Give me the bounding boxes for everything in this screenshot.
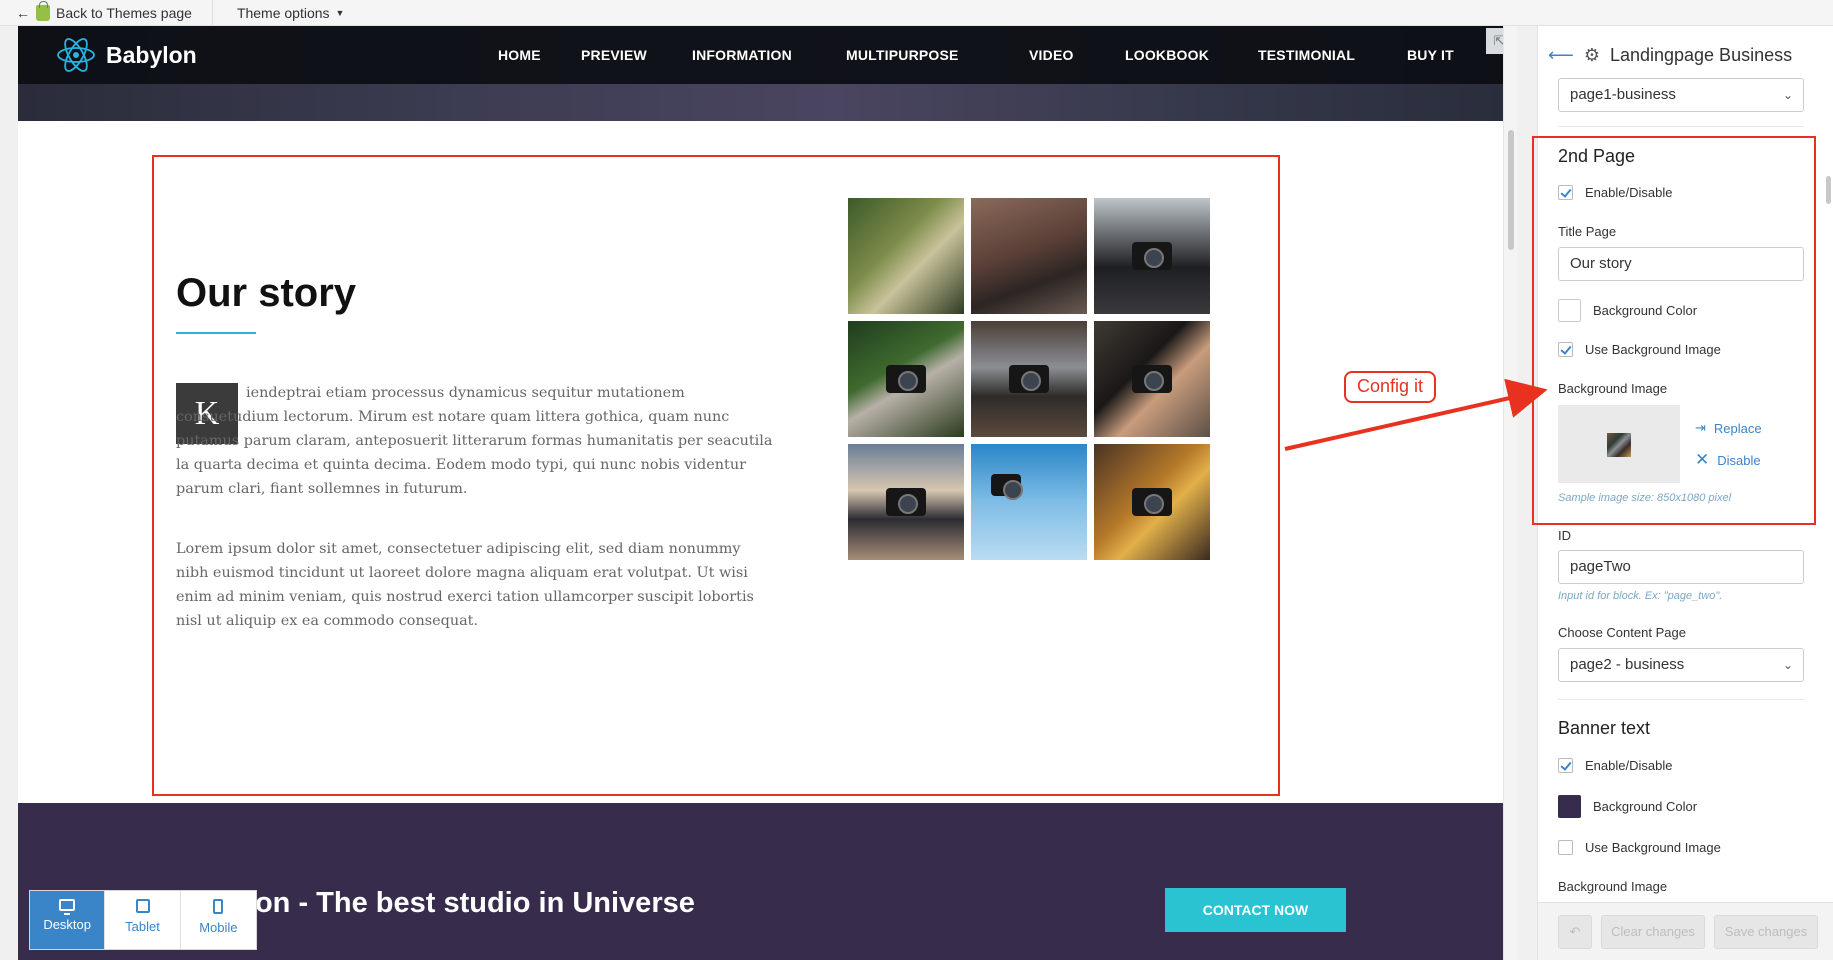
nav-multipurpose[interactable]: MULTIPURPOSE (846, 26, 959, 84)
nav-information[interactable]: INFORMATION (692, 26, 792, 84)
content-page-label: Choose Content Page (1558, 625, 1686, 640)
content-page-select[interactable]: page2 - business ⌄ (1558, 648, 1804, 682)
chevron-down-icon: ⌄ (1782, 88, 1793, 102)
arrow-left-icon[interactable]: ⟵ (1548, 45, 1574, 66)
divider (1558, 126, 1804, 127)
device-label: Desktop (43, 917, 92, 932)
previous-page-select[interactable]: page1-business ⌄ (1558, 78, 1804, 112)
gear-icon: ⚙ (1583, 44, 1600, 65)
section-heading-banner: Banner text (1558, 718, 1651, 738)
device-label: Mobile (199, 920, 238, 935)
checkbox-label: Enable/Disable (1585, 758, 1673, 773)
bg-image-label-banner: Background Image (1558, 879, 1668, 894)
desktop-icon (59, 899, 76, 915)
sidebar-scrollbar[interactable] (1826, 176, 1831, 204)
site-nav: HOME PREVIEW INFORMATION MULTIPURPOSE VI… (18, 26, 1503, 84)
clear-changes-button[interactable]: Clear changes (1601, 915, 1705, 949)
previous-page-select-value: page1-business (1570, 86, 1676, 103)
nav-home[interactable]: HOME (498, 26, 541, 84)
id-input[interactable]: pageTwo (1558, 550, 1804, 584)
sidebar-footer: ↶ Clear changes Save changes (1538, 902, 1833, 960)
use-bg-image-checkbox-banner[interactable]: Use Background Image (1558, 840, 1721, 855)
preview-scrollbar[interactable] (1503, 26, 1517, 960)
highlight-box-2nd-page-settings (1532, 136, 1816, 525)
arrow-left-icon: ← (16, 4, 30, 21)
caret-down-icon: ▼ (335, 7, 345, 18)
device-desktop-button[interactable]: Desktop (30, 891, 106, 949)
tablet-icon (135, 899, 150, 913)
config-it-callout: Config it (1344, 371, 1436, 403)
checkbox-checked-icon (1558, 758, 1573, 773)
device-switcher: Desktop Tablet Mobile (29, 890, 257, 950)
mobile-icon (213, 899, 224, 914)
sidebar-header: ⟵ ⚙ Landingpage Business (1538, 26, 1833, 84)
bg-color-picker-banner[interactable]: Background Color (1558, 795, 1697, 818)
highlight-box-story-section (152, 155, 1280, 796)
device-mobile-button[interactable]: Mobile (181, 891, 256, 949)
undo-icon[interactable]: ↶ (1558, 915, 1592, 949)
color-swatch[interactable] (1558, 795, 1581, 818)
nav-video[interactable]: VIDEO (1029, 26, 1074, 84)
sidebar-title: Landingpage Business (1609, 44, 1793, 65)
nav-preview[interactable]: PREVIEW (581, 26, 647, 84)
top-bar: ← Back to Themes page Theme options ▼ (0, 0, 1833, 26)
device-label: Tablet (125, 919, 160, 934)
contact-now-button[interactable]: CONTACT NOW (1165, 888, 1346, 932)
nav-testimonial[interactable]: TESTIMONIAL (1258, 26, 1355, 84)
theme-options-label: Theme options (236, 4, 330, 21)
back-to-themes-link[interactable]: ← Back to Themes page (0, 0, 213, 25)
nav-buy-it[interactable]: BUY IT (1407, 26, 1454, 84)
shopify-bag-icon (36, 0, 50, 21)
chevron-down-icon: ⌄ (1782, 658, 1793, 672)
back-label: Back to Themes page (56, 4, 192, 21)
divider (1558, 699, 1804, 700)
preview-scroll-thumb[interactable] (1508, 130, 1514, 250)
content-page-select-value: page2 - business (1570, 656, 1685, 673)
id-hint: Input id for block. Ex: "page_two". (1558, 590, 1723, 602)
nav-lookbook[interactable]: LOOKBOOK (1125, 26, 1209, 84)
enable-banner-checkbox[interactable]: Enable/Disable (1558, 758, 1672, 773)
device-tablet-button[interactable]: Tablet (105, 891, 181, 949)
site-navbar: Babylon HOME PREVIEW INFORMATION MULTIPU… (18, 26, 1503, 84)
save-changes-button[interactable]: Save changes (1714, 915, 1818, 949)
id-label: ID (1558, 528, 1571, 543)
checkbox-unchecked-icon (1558, 840, 1573, 855)
checkbox-label: Use Background Image (1585, 840, 1721, 855)
theme-options-dropdown[interactable]: Theme options ▼ (213, 5, 359, 21)
bg-color-label: Background Color (1593, 799, 1698, 814)
